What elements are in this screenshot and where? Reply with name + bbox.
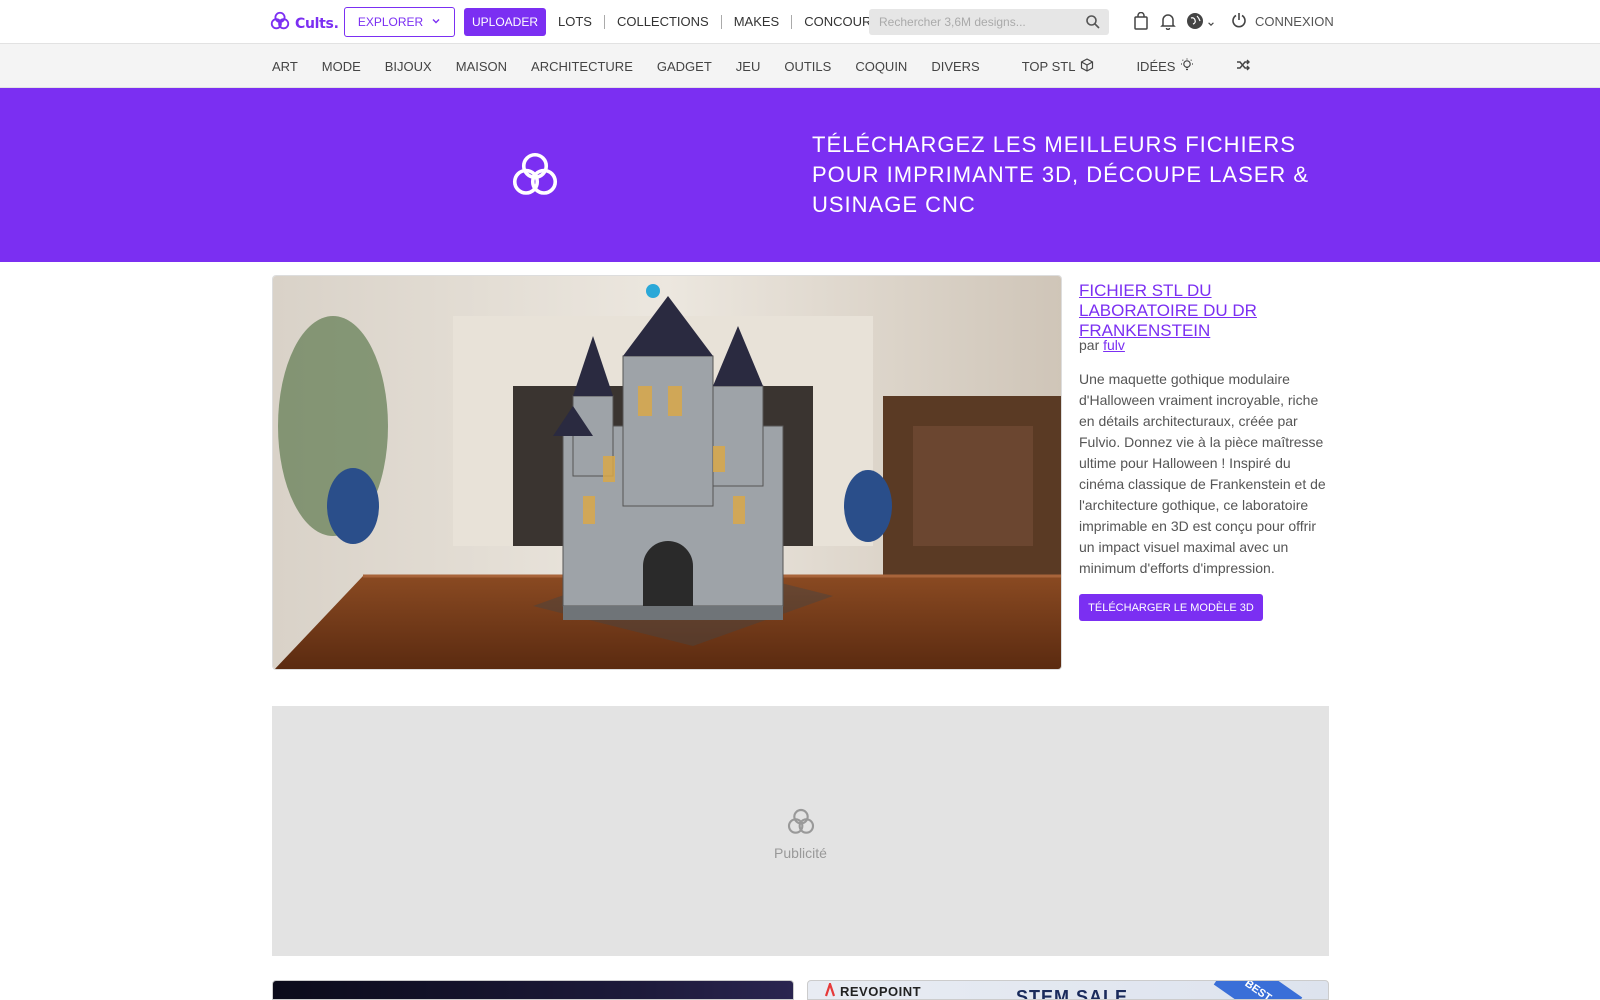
chevron-down-icon: [1207, 15, 1215, 33]
login-label: CONNEXION: [1255, 14, 1334, 29]
promo-banner-left[interactable]: [272, 980, 794, 1000]
cults-logo-icon: [785, 806, 817, 843]
ideas-label: IDÉES: [1136, 58, 1176, 74]
hero-title: TÉLÉCHARGEZ LES MEILLEURS FICHIERS POUR …: [812, 132, 1310, 217]
feature-author: par fulv: [1079, 337, 1125, 353]
lightbulb-icon: [1180, 58, 1194, 75]
search-input[interactable]: [879, 15, 1079, 29]
power-icon: [1231, 12, 1247, 31]
banner-corner-ribbon: BEST: [1213, 981, 1303, 999]
category-bijoux[interactable]: BIJOUX: [385, 59, 432, 74]
site-logo[interactable]: Cults.: [269, 10, 339, 37]
top-links: LOTS COLLECTIONS MAKES CONCOURS: [546, 0, 892, 44]
category-architecture[interactable]: ARCHITECTURE: [531, 59, 633, 74]
revopoint-brand-text: REVOPOINT: [840, 984, 922, 999]
feature-title-link[interactable]: FICHIER STL DU LABORATOIRE DU DR FRANKEN…: [1079, 281, 1329, 341]
globe-icon: [1186, 12, 1204, 35]
bell-icon[interactable]: [1160, 12, 1176, 30]
promo-banner-right[interactable]: REVOPOINT STEM SALE BEST: [807, 980, 1329, 1000]
feature-image[interactable]: [272, 275, 1062, 670]
search-icon[interactable]: [1085, 14, 1101, 35]
cube-icon: [1080, 57, 1094, 75]
logo-text: Cults.: [295, 15, 339, 32]
top-header: Cults. EXPLORER UPLOADER LOTS COLLECTION…: [0, 0, 1600, 44]
shuffle-icon: [1236, 58, 1251, 75]
chevron-down-icon: [431, 15, 441, 29]
ad-label: Publicité: [774, 845, 827, 861]
category-gadget[interactable]: GADGET: [657, 59, 712, 74]
banner-sale-text: STEM SALE: [1016, 987, 1129, 1000]
category-mode[interactable]: MODE: [322, 59, 361, 74]
top-stl-link[interactable]: TOP STL: [1021, 57, 1095, 75]
author-prefix: par: [1079, 337, 1100, 353]
category-nav: ART MODE BIJOUX MAISON ARCHITECTURE GADG…: [0, 44, 1600, 88]
category-jeu[interactable]: JEU: [736, 59, 761, 74]
category-coquin[interactable]: COQUIN: [855, 59, 907, 74]
ideas-link[interactable]: IDÉES: [1136, 58, 1194, 75]
hero-banner: TÉLÉCHARGEZ LES MEILLEURS FICHIERS POUR …: [0, 88, 1600, 262]
explorer-button[interactable]: EXPLORER: [344, 7, 455, 37]
category-outils[interactable]: OUTILS: [784, 59, 831, 74]
cults-logo-icon: [269, 10, 291, 37]
revopoint-logo-icon: [824, 981, 836, 999]
link-makes[interactable]: MAKES: [722, 15, 793, 29]
feature-description: Une maquette gothique modulaire d'Hallow…: [1079, 371, 1326, 576]
top-stl-label: TOP STL: [1021, 58, 1076, 74]
language-selector[interactable]: [1186, 12, 1215, 35]
login-button[interactable]: CONNEXION: [1231, 12, 1334, 31]
random-link[interactable]: [1236, 58, 1251, 75]
category-maison[interactable]: MAISON: [456, 59, 507, 74]
author-link[interactable]: fulv: [1103, 337, 1125, 353]
cults-logo-icon: [508, 148, 562, 207]
category-art[interactable]: ART: [272, 59, 298, 74]
ad-slot[interactable]: Publicité: [272, 706, 1329, 956]
download-model-button[interactable]: TÉLÉCHARGER LE MODÈLE 3D: [1079, 594, 1263, 621]
link-lots[interactable]: LOTS: [546, 15, 605, 29]
upload-button[interactable]: UPLOADER: [464, 8, 546, 36]
revopoint-brand: REVOPOINT: [824, 981, 922, 999]
search-box: [869, 9, 1109, 35]
category-divers[interactable]: DIVERS: [931, 59, 979, 74]
explorer-label: EXPLORER: [357, 15, 424, 29]
link-collections[interactable]: COLLECTIONS: [605, 15, 722, 29]
cart-icon[interactable]: [1133, 12, 1149, 30]
